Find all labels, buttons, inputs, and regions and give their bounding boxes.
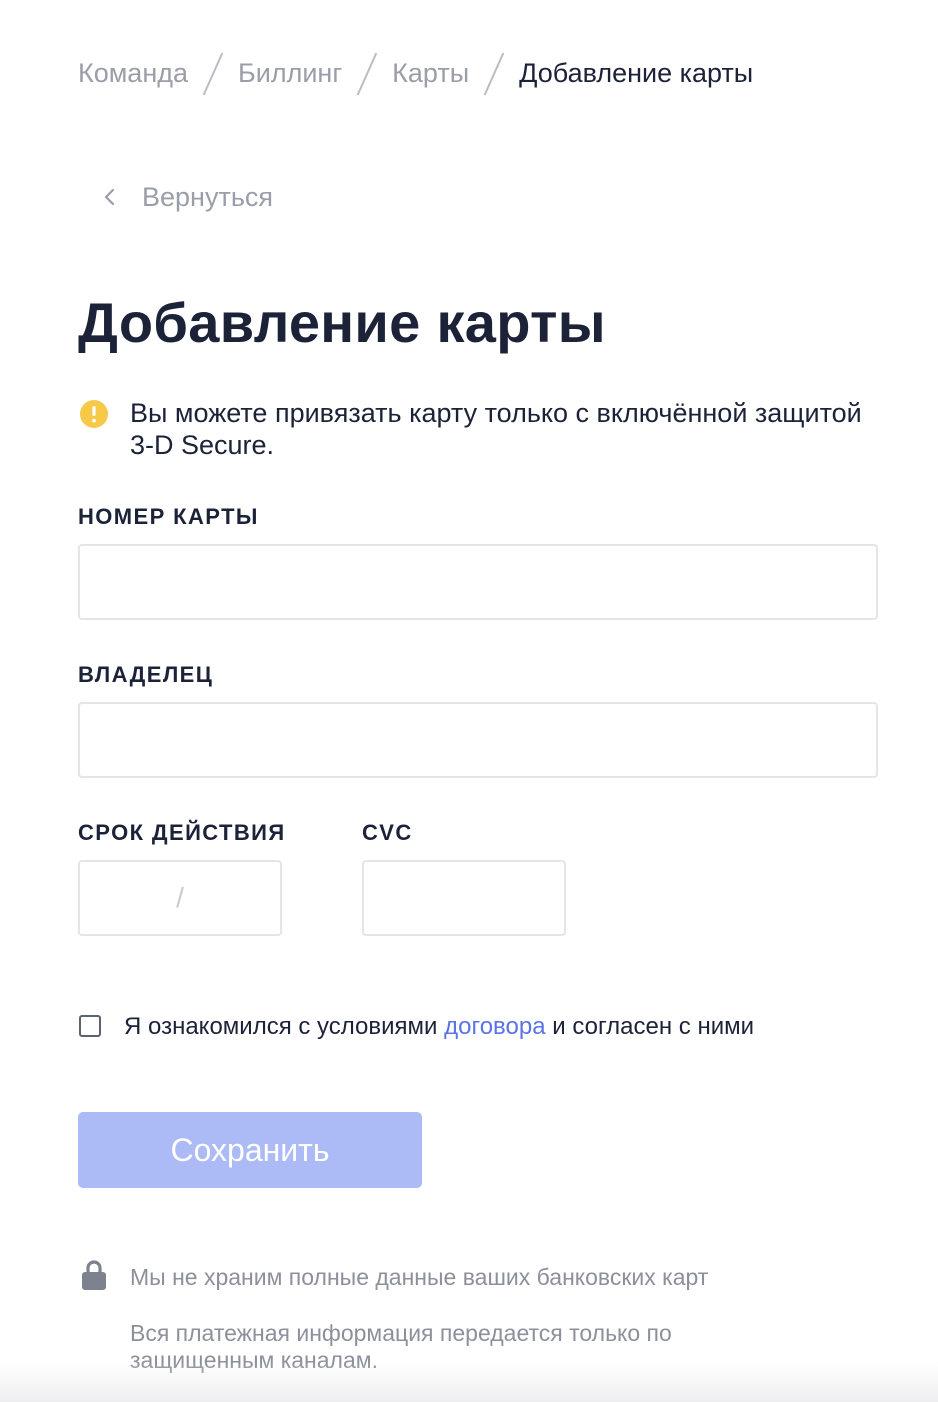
cvc-input[interactable] <box>362 860 566 936</box>
cvc-label: CVC <box>362 820 413 845</box>
card-number-input[interactable] <box>78 544 878 620</box>
breadcrumb-item-team[interactable]: Команда <box>78 58 188 89</box>
owner-label: ВЛАДЕЛЕЦ <box>78 662 214 687</box>
card-number-label: НОМЕР КАРТЫ <box>78 504 259 529</box>
lock-icon <box>82 1259 106 1291</box>
chevron-left-icon <box>100 187 120 207</box>
expiry-label: СРОК ДЕЙСТВИЯ <box>78 820 286 845</box>
breadcrumb-separator <box>485 51 503 95</box>
owner-input[interactable] <box>78 702 878 778</box>
agreement-text-after: и согласен с ними <box>545 1013 755 1040</box>
expiry-input[interactable]: / <box>78 860 282 936</box>
agreement-contract-link[interactable]: договора <box>444 1013 545 1040</box>
breadcrumb-separator <box>358 51 376 95</box>
expiry-separator: / <box>176 882 184 913</box>
agreement-checkbox[interactable] <box>79 1015 101 1037</box>
page-title: Добавление карты <box>78 291 606 354</box>
agreement-text: Я ознакомился с условиями договора и сог… <box>124 1013 754 1041</box>
agreement-text-before: Я ознакомился с условиями <box>124 1013 445 1040</box>
footer-note-storage: Мы не храним полные данные ваших банковс… <box>130 1264 709 1290</box>
breadcrumb-separator <box>204 51 222 95</box>
warning-icon <box>80 400 108 428</box>
breadcrumb: Команда Биллинг Карты Добавление карты <box>78 50 753 96</box>
back-link-label: Вернуться <box>142 181 274 212</box>
breadcrumb-item-billing[interactable]: Биллинг <box>238 58 342 89</box>
footer-note-channels: Вся платежная информация передается толь… <box>130 1320 672 1373</box>
back-link[interactable]: Вернуться <box>100 176 273 218</box>
breadcrumb-item-cards[interactable]: Карты <box>392 58 469 89</box>
breadcrumb-current: Добавление карты <box>519 57 754 88</box>
secure-notice-text: Вы можете привязать карту только с включ… <box>130 398 862 460</box>
save-button[interactable]: Сохранить <box>78 1112 422 1188</box>
